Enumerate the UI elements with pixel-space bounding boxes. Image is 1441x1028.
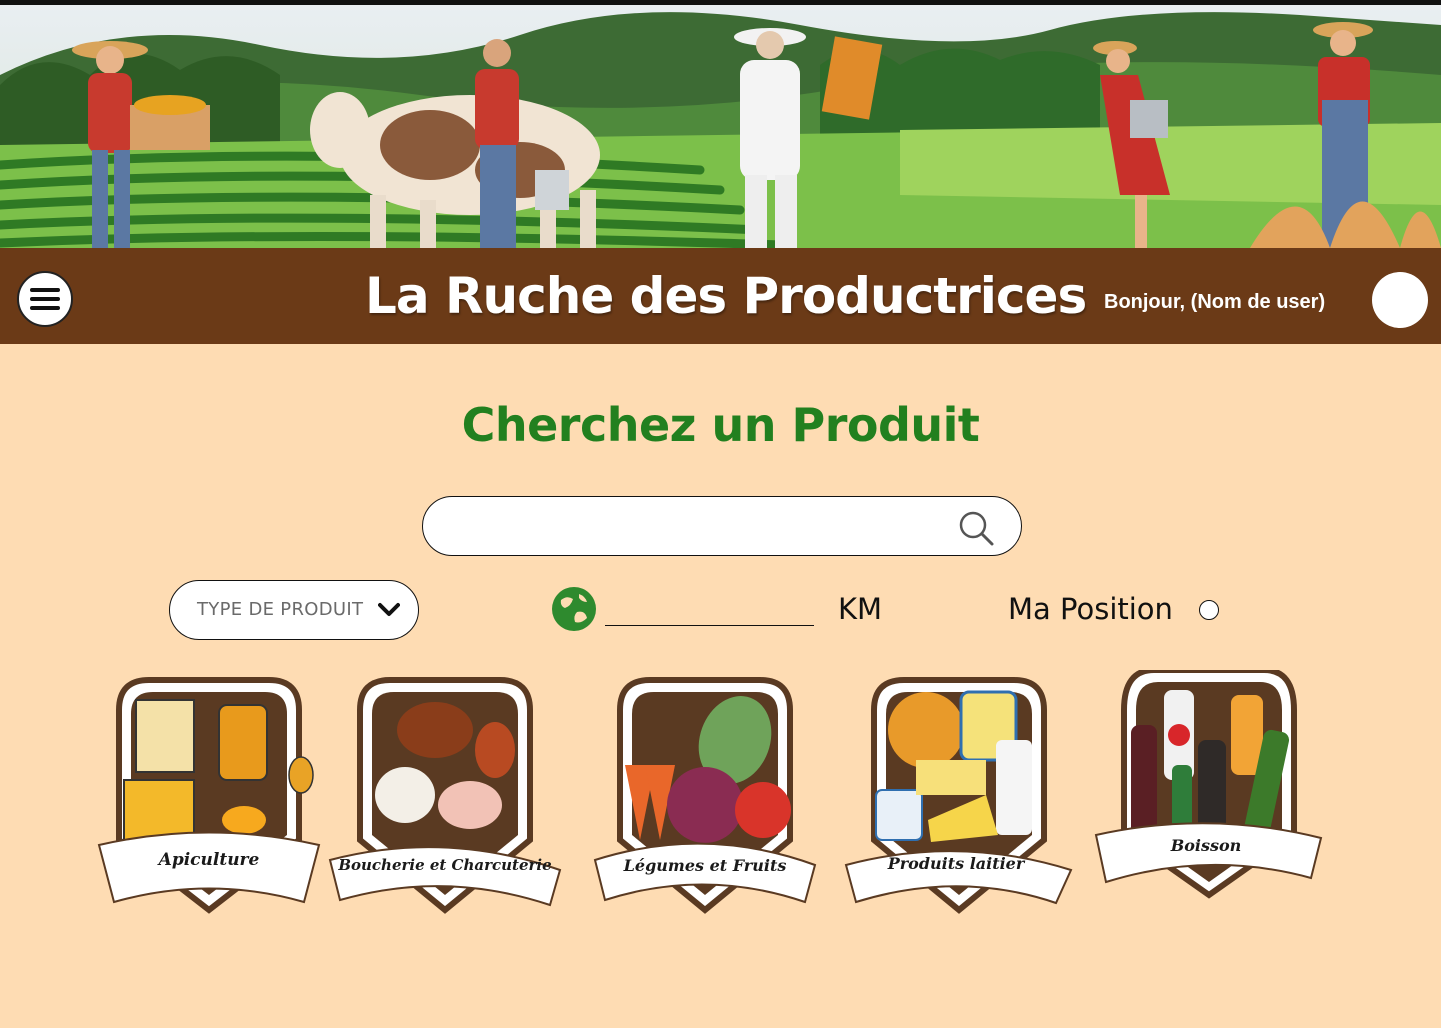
category-apiculture[interactable]: Apiculture — [89, 670, 329, 920]
distance-input[interactable] — [605, 592, 814, 626]
category-label: Légumes et Fruits — [623, 856, 787, 875]
search-icon[interactable] — [957, 509, 995, 547]
header-banner: La Ruche des Productrices Bonjour, (Nom … — [0, 5, 1441, 344]
category-produits-laitier[interactable]: Produits laitier — [836, 670, 1076, 920]
hamburger-line — [30, 306, 60, 310]
category-legumes-fruits[interactable]: Légumes et Fruits — [585, 670, 825, 920]
vegetables-icon — [593, 677, 817, 914]
category-boisson[interactable]: Boisson — [1086, 670, 1326, 920]
user-greeting: Bonjour, (Nom de user) — [1104, 291, 1326, 313]
category-label: Produits laitier — [887, 854, 1025, 873]
search-input[interactable] — [447, 507, 951, 547]
my-position-label: Ma Position — [1008, 592, 1173, 626]
category-label: Boisson — [1170, 836, 1242, 855]
page-title: Cherchez un Produit — [461, 398, 980, 452]
menu-button[interactable] — [17, 271, 73, 327]
chevron-down-icon — [378, 603, 400, 616]
livestock-icon — [328, 677, 562, 914]
product-type-label: TYPE DE PRODUIT — [197, 599, 364, 620]
category-label: Boucherie et Charcuterie — [338, 856, 552, 874]
globe-icon — [552, 587, 596, 631]
hamburger-line — [30, 297, 60, 301]
honey-icon — [97, 677, 321, 914]
site-title: La Ruche des Productrices — [365, 267, 1087, 325]
distance-unit-label: KM — [838, 592, 883, 626]
user-avatar[interactable] — [1372, 272, 1428, 328]
product-type-dropdown[interactable]: TYPE DE PRODUIT — [169, 580, 419, 640]
drinks-icon — [1094, 670, 1323, 899]
my-position-radio[interactable] — [1199, 600, 1219, 620]
category-boucherie-charcuterie[interactable]: Boucherie et Charcuterie — [325, 670, 565, 920]
dairy-icon — [844, 677, 1073, 914]
category-label: Apiculture — [158, 850, 260, 870]
hamburger-line — [30, 288, 60, 292]
search-bar — [422, 496, 1022, 556]
